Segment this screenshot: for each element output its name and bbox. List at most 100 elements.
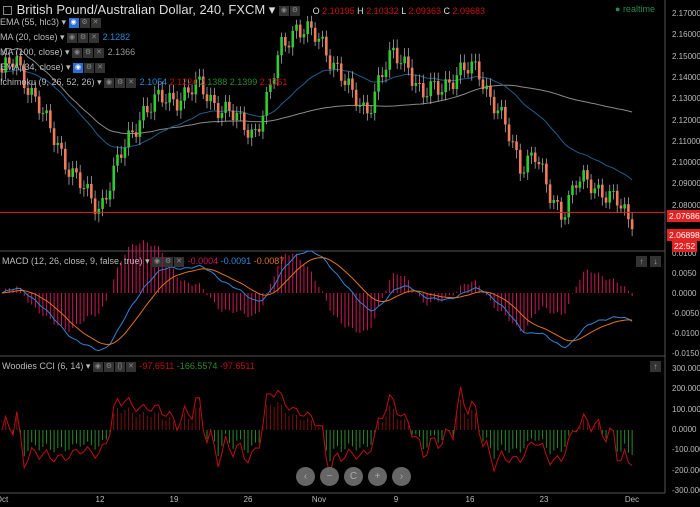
candle [384,69,388,77]
indicator-ichimoku[interactable]: Ichimoku (9, 26, 52, 26) ▾ ◉ ⚙ ✕ 2.1054 2.… [0,77,287,88]
gear-icon[interactable]: ⚙ [103,361,114,372]
collapse-icon[interactable] [3,6,12,16]
gear-icon[interactable]: ⚙ [78,32,89,43]
gear-icon[interactable]: ⚙ [115,77,126,88]
price-line-label: 2.07686 [667,210,700,222]
candle [436,81,440,95]
eye-icon[interactable]: ◉ [278,5,289,16]
cci-value: -97.6511 [219,361,255,371]
move-up-icon[interactable]: ↑ [650,361,661,372]
scroll-right-button[interactable]: › [392,467,411,486]
candle [52,128,56,146]
close-icon[interactable]: ✕ [125,361,136,372]
close-icon[interactable]: ✕ [126,77,137,88]
candle [310,21,313,28]
candle [75,168,78,173]
candle [410,67,414,86]
candle [395,47,399,64]
candle [265,91,268,116]
eye-icon[interactable]: ◉ [67,32,78,43]
price-axis-label: 2.08000 [672,200,700,210]
candle [571,185,574,196]
realtime-label: realtime [622,4,655,14]
cci-legend[interactable]: Woodies CCI (6, 14) ▾ ◉ ⚙{} ✕ -97.6511 -16… [2,361,255,372]
candle [463,62,466,71]
realtime-status: ● realtime [615,4,655,14]
candle [485,85,488,90]
candle [26,88,30,95]
candle [280,36,283,56]
move-up-icon[interactable]: ↑ [636,256,647,267]
candle [492,96,496,114]
eye-icon[interactable]: ◉ [104,77,115,88]
time-axis-label: 23 [539,495,549,504]
move-down-icon[interactable]: ↓ [650,256,661,267]
macd-signal-value: -0.0087 [253,256,285,266]
braces-icon[interactable]: {} [114,361,125,372]
cci-axis-label: 200.0000 [672,384,700,394]
indicator-ma100[interactable]: MA (100, close) ▾ ◉ ⚙ ✕ 2.1366 [0,47,135,58]
cci-value: -166.5574 [176,361,218,371]
close-icon[interactable]: ✕ [89,32,100,43]
time-axis-label: 16 [465,495,475,504]
eye-icon[interactable]: ◉ [72,47,83,58]
candle [574,185,578,188]
gear-icon[interactable]: ⚙ [163,256,174,267]
indicator-ema55[interactable]: EMA (55, hlc3) ▾ ◉ ⚙ ✕ [0,17,102,28]
candle [153,94,157,112]
reset-button[interactable]: C [344,467,363,486]
eye-icon[interactable]: ◉ [68,17,79,28]
close-icon[interactable]: ✕ [95,62,106,73]
candle [373,91,377,113]
price-axis-label: 2.15000 [672,51,700,61]
candle [213,94,216,104]
time-axis-label: 12 [95,495,105,504]
gear-icon[interactable]: ⚙ [289,5,300,16]
candle [306,21,309,35]
macd-axis-label: -0.0100 [672,329,700,338]
candle [343,80,347,86]
candle [552,199,556,203]
close-icon[interactable]: ✕ [174,256,185,267]
candle [556,199,559,202]
indicator-value: 2.1388 [199,77,228,87]
candle [231,110,235,121]
candle [429,81,433,97]
macd-legend[interactable]: MACD (12, 26, close, 9, false, true) ▾ ◉… [2,256,284,267]
candle [533,152,537,162]
gear-icon[interactable]: ⚙ [84,62,95,73]
close-icon[interactable]: ✕ [90,17,101,28]
indicator-value: 2.1366 [107,47,136,57]
price-axis-label: 2.14000 [672,72,700,82]
indicator-value: 2.1399 [229,77,258,87]
eye-icon[interactable]: ◉ [152,256,163,267]
candle [157,89,160,95]
eye-icon[interactable]: ◉ [73,62,84,73]
scroll-left-button[interactable]: ‹ [296,467,315,486]
candle [134,132,138,137]
candle [470,61,474,74]
macd-label: MACD (12, 26, close, 9, false, true) [2,256,143,266]
candle [172,92,175,100]
candle [451,82,455,90]
gear-icon[interactable]: ⚙ [79,17,90,28]
time-axis-label: Dec [624,495,640,504]
candle [600,184,604,198]
symbol-title[interactable]: British Pound/Australian Dollar, 240, FX… [17,2,266,17]
cci-axis-label: -300.0000 [672,485,700,495]
candle [358,105,362,107]
candle [351,78,354,90]
signal-line [1,257,633,345]
indicator-ma20[interactable]: MA (20, close) ▾ ◉ ⚙ ✕ 2.1282 [0,32,130,43]
indicator-value: 2.1224 [169,77,198,87]
indicator-ema34[interactable]: EMA (34, close) ▾ ◉ ⚙ ✕ [0,62,106,73]
cci-axis-label: -200.0000 [672,465,700,475]
eye-icon[interactable]: ◉ [92,361,103,372]
close-icon[interactable]: ✕ [94,47,105,58]
candle [239,112,242,114]
zoom-out-button[interactable]: − [320,467,339,486]
gear-icon[interactable]: ⚙ [83,47,94,58]
candle [183,87,186,101]
zoom-in-button[interactable]: + [368,467,387,486]
candle [160,89,164,103]
